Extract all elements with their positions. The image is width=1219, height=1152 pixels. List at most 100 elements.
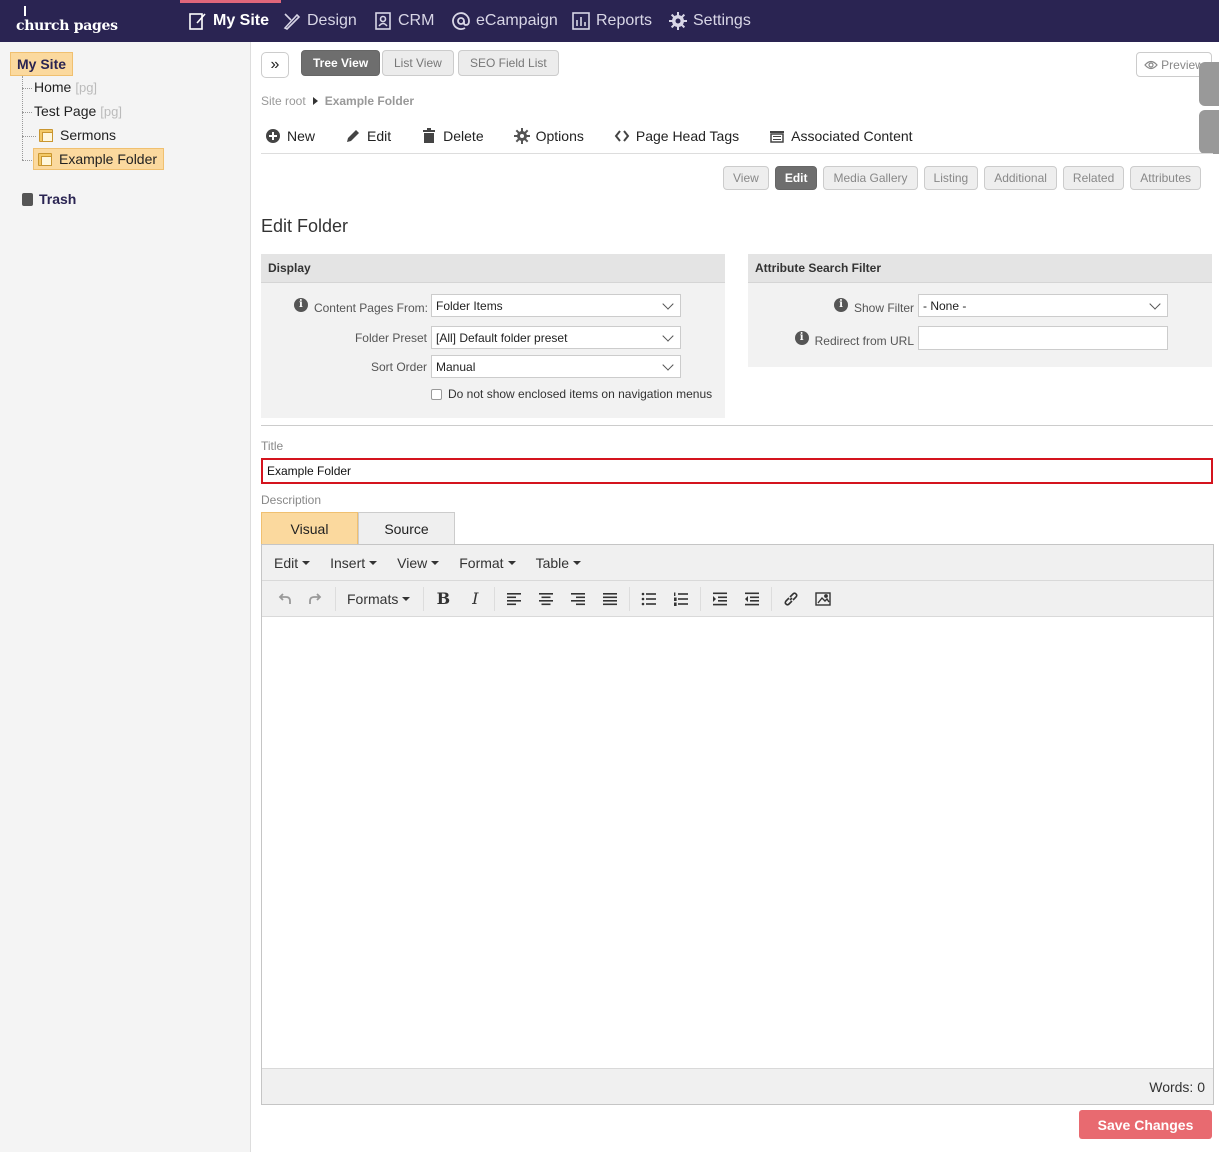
undo-button[interactable] bbox=[268, 584, 300, 614]
menu-label: View bbox=[397, 554, 428, 571]
attribute-search-filter-panel: Attribute Search Filter i Show Filter - … bbox=[748, 254, 1212, 367]
editor-menu-format[interactable]: Format bbox=[459, 554, 516, 571]
image-icon bbox=[815, 591, 832, 606]
nav-design[interactable]: Design bbox=[282, 0, 357, 42]
align-left-button[interactable] bbox=[498, 584, 530, 614]
bold-button[interactable]: B bbox=[427, 584, 459, 614]
nav-reports[interactable]: Reports bbox=[571, 0, 652, 42]
folder-icon bbox=[39, 128, 53, 142]
redo-button[interactable] bbox=[300, 584, 332, 614]
editor-menu-view[interactable]: View bbox=[397, 554, 440, 571]
info-icon[interactable]: i bbox=[833, 298, 848, 312]
page-title: Edit Folder bbox=[261, 216, 349, 236]
hide-nav-checkbox-row[interactable]: Do not show enclosed items on navigation… bbox=[431, 387, 712, 401]
redirect-url-input[interactable] bbox=[918, 326, 1168, 350]
info-icon[interactable]: i bbox=[293, 298, 308, 312]
redirect-url-label: Redirect from URL bbox=[814, 334, 914, 348]
seo-field-list-tab[interactable]: SEO Field List bbox=[458, 50, 559, 76]
breadcrumb: Site root Example Folder bbox=[261, 94, 414, 108]
bar-chart-icon bbox=[572, 12, 590, 30]
action-label: Options bbox=[535, 128, 584, 144]
outdent-button[interactable] bbox=[704, 584, 736, 614]
indent-button[interactable] bbox=[736, 584, 768, 614]
sort-order-select[interactable]: Manual bbox=[431, 355, 681, 378]
preview-label: Preview bbox=[1161, 57, 1204, 72]
breadcrumb-root[interactable]: Site root bbox=[261, 94, 306, 108]
edit-button[interactable]: Edit bbox=[345, 128, 391, 144]
italic-button[interactable]: I bbox=[459, 584, 491, 614]
nav-my-site[interactable]: My Site bbox=[179, 0, 282, 42]
insert-image-button[interactable] bbox=[807, 584, 839, 614]
tab-attributes[interactable]: Attributes bbox=[1130, 166, 1201, 190]
design-pencil-icon bbox=[283, 13, 301, 30]
info-icon[interactable]: i bbox=[794, 331, 809, 345]
nav-ecampaign[interactable]: eCampaign bbox=[451, 0, 558, 42]
redirect-label-row: i Redirect from URL bbox=[748, 328, 914, 348]
content-pages-select[interactable]: Folder Items bbox=[431, 294, 681, 317]
tree-item-sermons[interactable]: Sermons bbox=[39, 127, 116, 143]
editor-menu-table[interactable]: Table bbox=[536, 555, 582, 571]
tree-item-trash[interactable]: Trash bbox=[22, 191, 76, 207]
tree-item-test-page[interactable]: Test Page [pg] bbox=[34, 103, 122, 119]
editor-menu-insert[interactable]: Insert bbox=[330, 555, 378, 571]
editor-menu-edit[interactable]: Edit bbox=[274, 555, 311, 571]
delete-button[interactable]: Delete bbox=[421, 128, 484, 144]
show-filter-select[interactable]: - None - bbox=[918, 294, 1168, 317]
options-button[interactable]: Options bbox=[513, 128, 584, 144]
side-panel-tab-contacts[interactable] bbox=[1199, 62, 1219, 106]
gear-icon bbox=[669, 12, 687, 30]
nav-crm[interactable]: CRM bbox=[373, 0, 434, 42]
tab-view[interactable]: View bbox=[723, 166, 769, 190]
nav-label: Settings bbox=[693, 12, 751, 29]
align-center-icon bbox=[539, 592, 554, 605]
checkbox-label: Do not show enclosed items on navigation… bbox=[448, 387, 713, 401]
nav-label: My Site bbox=[213, 12, 270, 29]
page-head-tags-button[interactable]: Page Head Tags bbox=[614, 128, 739, 144]
associated-content-button[interactable]: Associated Content bbox=[769, 128, 913, 144]
formats-label: Formats bbox=[347, 590, 399, 607]
folder-icon bbox=[38, 152, 52, 166]
tab-additional[interactable]: Additional bbox=[984, 166, 1057, 190]
list-view-tab[interactable]: List View bbox=[382, 50, 454, 76]
tab-listing[interactable]: Listing bbox=[923, 166, 979, 190]
app-logo[interactable]: church pages bbox=[16, 6, 118, 34]
formats-dropdown[interactable]: Formats bbox=[347, 590, 411, 607]
editor-content-area[interactable] bbox=[262, 618, 1213, 1068]
insert-link-button[interactable] bbox=[775, 584, 807, 614]
numbered-list-button[interactable] bbox=[665, 584, 697, 614]
expand-sidebar-button[interactable]: » bbox=[261, 52, 289, 78]
tab-edit[interactable]: Edit bbox=[774, 166, 818, 190]
source-tab[interactable]: Source bbox=[358, 512, 455, 544]
nav-settings[interactable]: Settings bbox=[668, 0, 751, 42]
caret-down-icon bbox=[369, 560, 378, 565]
tree-view-tab[interactable]: Tree View bbox=[301, 50, 381, 76]
editor-menubar: Edit Insert View Format Table bbox=[262, 545, 1213, 581]
select-value: - None - bbox=[923, 298, 967, 313]
eye-icon bbox=[1144, 60, 1158, 69]
align-center-button[interactable] bbox=[530, 584, 562, 614]
bullet-list-button[interactable] bbox=[633, 584, 665, 614]
hide-nav-checkbox[interactable] bbox=[431, 388, 442, 400]
editor-toolbar: Formats B I bbox=[262, 581, 1213, 617]
steeple-icon bbox=[24, 6, 26, 16]
new-button[interactable]: New bbox=[265, 128, 315, 144]
visual-tab[interactable]: Visual bbox=[261, 512, 358, 544]
tree-item-example-folder[interactable]: Example Folder bbox=[33, 148, 165, 170]
editor-statusbar: Words: 0 bbox=[262, 1068, 1213, 1104]
bullet-list-icon bbox=[642, 592, 657, 605]
toolbar-separator bbox=[335, 586, 336, 611]
save-changes-button[interactable]: Save Changes bbox=[1079, 1110, 1212, 1139]
tree-item-label: Home bbox=[34, 79, 72, 95]
tab-media-gallery[interactable]: Media Gallery bbox=[823, 166, 918, 190]
align-right-button[interactable] bbox=[562, 584, 594, 614]
sort-order-label-row: Sort Order bbox=[261, 360, 427, 374]
show-filter-label: Show Filter bbox=[853, 301, 914, 315]
menu-label: Format bbox=[459, 554, 504, 571]
folder-preset-select[interactable]: [All] Default folder preset bbox=[431, 326, 681, 349]
tab-related[interactable]: Related bbox=[1062, 166, 1125, 190]
justify-button[interactable] bbox=[594, 584, 626, 614]
tree-item-home[interactable]: Home [pg] bbox=[34, 79, 97, 95]
tree-root-my-site[interactable]: My Site bbox=[10, 52, 74, 76]
title-input[interactable]: Example Folder bbox=[261, 458, 1213, 484]
caret-down-icon bbox=[573, 560, 582, 565]
